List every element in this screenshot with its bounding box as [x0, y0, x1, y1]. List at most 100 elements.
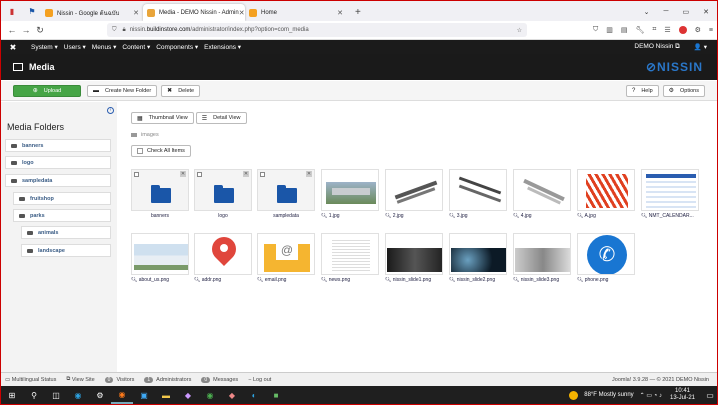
checkbox[interactable] — [134, 172, 139, 177]
star-icon[interactable]: ☆ — [517, 27, 522, 34]
checkbox[interactable] — [260, 172, 265, 177]
tab-home[interactable]: Home ✕ — [245, 4, 347, 21]
pocket-icon[interactable]: ⛉ — [593, 26, 598, 34]
back-icon[interactable]: ← — [5, 25, 19, 35]
extension-icon[interactable]: ⚙ — [695, 26, 701, 34]
folder-thumb-sampledata[interactable]: ✕ sampledata — [257, 169, 315, 221]
thumb-caption[interactable]: 🔍︎ 4.jpg — [513, 213, 571, 219]
thumb-caption[interactable]: 🔍︎ 2.jpg — [385, 213, 443, 219]
image-thumb-addr[interactable]: 🔍︎ addr.png — [194, 233, 252, 285]
joomla-logo-icon[interactable]: ✖ — [5, 43, 21, 52]
delete-icon[interactable]: ✕ — [306, 171, 312, 177]
notification-icon[interactable]: ▭ — [703, 386, 717, 404]
edge-icon[interactable]: ◐ — [243, 386, 265, 404]
site-link[interactable]: DEMO Nissin ⧉ — [634, 43, 679, 51]
view-site-link[interactable]: ⧉ View Site — [66, 376, 94, 383]
detail-view-button[interactable]: ☰ Detail View — [195, 112, 247, 124]
menu-menus[interactable]: Menus ▾ — [92, 43, 117, 51]
thumb-caption[interactable]: 🔍︎ about_us.png — [131, 277, 189, 283]
delete-icon[interactable]: ✕ — [180, 171, 186, 177]
close-icon[interactable]: ✕ — [239, 9, 245, 17]
folder-icon[interactable]: ▬ — [155, 386, 177, 404]
tray-icons[interactable]: ⌃ ▭ ◔ ♪ — [640, 392, 662, 399]
close-icon[interactable]: ✕ — [337, 9, 343, 17]
app-icon[interactable]: ◆ — [177, 386, 199, 404]
thumb-caption[interactable]: 🔍︎ A.jpg — [577, 213, 635, 219]
sidebar-item-landscape[interactable]: landscape — [21, 244, 111, 257]
delete-icon[interactable]: ✕ — [243, 171, 249, 177]
minimize-icon[interactable]: ─ — [664, 8, 669, 16]
thumb-caption[interactable]: 🔍︎ 3.jpg — [449, 213, 507, 219]
image-thumb-slide1[interactable]: 🔍︎ nissin_slide1.png — [385, 233, 443, 285]
image-thumb-slide2[interactable]: 🔍︎ nissin_slide2.png — [449, 233, 507, 285]
options-button[interactable]: ⚙ Options — [662, 84, 705, 97]
collapse-sidebar-icon[interactable]: ‹ — [107, 107, 114, 114]
thumb-caption[interactable]: 🔍︎ news.png — [321, 277, 379, 283]
new-tab-icon[interactable]: + — [355, 7, 361, 18]
sidebar-item-animals[interactable]: animals — [21, 226, 111, 239]
thumb-caption[interactable]: 🔍︎ email.png — [257, 277, 315, 283]
upload-button[interactable]: ⊕ Upload — [13, 84, 81, 97]
thumbnail-view-button[interactable]: ▦ Thumbnail View — [131, 112, 194, 124]
library-icon[interactable]: ▥ — [606, 26, 613, 34]
menu-icon[interactable]: ≡ — [709, 27, 713, 34]
image-thumb-6[interactable]: 🔍︎ NMT_CALENDAR... — [641, 169, 699, 221]
thumb-caption[interactable]: logo — [194, 213, 252, 219]
checkbox[interactable] — [197, 172, 202, 177]
search-icon[interactable]: ⚲ — [23, 386, 45, 404]
help-button[interactable]: ? Help — [625, 84, 659, 97]
thumb-caption[interactable]: 🔍︎ NMT_CALENDAR... — [641, 213, 699, 219]
thumb-caption[interactable]: 🔍︎ nissin_slide2.png — [449, 277, 507, 283]
menu-system[interactable]: System ▾ — [31, 43, 58, 51]
check-all-button[interactable]: Check All Items — [131, 145, 191, 157]
reload-icon[interactable]: ↻ — [33, 25, 47, 36]
sidebar-item-fruitshop[interactable]: fruitshop — [13, 192, 111, 205]
list-icon[interactable]: ☰ — [664, 26, 670, 34]
task-view-icon[interactable]: ◫ — [45, 386, 67, 404]
messages-status[interactable]: 0 Messages — [201, 376, 238, 383]
tab-google[interactable]: Nissin - Google ต้นฉบับ ✕ — [41, 4, 143, 21]
app-icon[interactable]: ▣ — [133, 386, 155, 404]
delete-button[interactable]: ✖ Delete — [161, 84, 201, 97]
menu-users[interactable]: Users ▾ — [64, 43, 86, 51]
addon-icon[interactable] — [678, 26, 687, 34]
breadcrumb-label[interactable]: images — [141, 132, 159, 138]
settings-icon[interactable]: ⚙ — [89, 386, 111, 404]
image-thumb-phone[interactable]: ✆ 🔍︎ phone.png — [577, 233, 635, 285]
checkbox[interactable] — [137, 148, 143, 154]
folder-thumb-banners[interactable]: ✕ banners — [131, 169, 189, 221]
sidebar-item-logo[interactable]: logo — [5, 156, 111, 169]
multilingual-status[interactable]: ▭ Multilingual Status — [5, 377, 56, 383]
wrench-icon[interactable]: 🔧︎ — [636, 26, 645, 34]
address-bar[interactable]: ⛉ 🔒︎ nissin. buildinstore.com/administrat… — [107, 23, 527, 37]
windows-start-icon[interactable]: ⊞ — [1, 386, 23, 404]
image-thumb-news[interactable]: 🔍︎ news.png — [321, 233, 379, 285]
administrators-status[interactable]: 1 Administrators — [144, 376, 191, 383]
image-thumb-3[interactable]: 🔍︎ 3.jpg — [449, 169, 507, 221]
forward-icon[interactable]: → — [19, 25, 33, 35]
thumb-caption[interactable]: 🔍︎ 1.jpg — [321, 213, 379, 219]
menu-components[interactable]: Components ▾ — [156, 43, 198, 51]
image-thumb-2[interactable]: 🔍︎ 2.jpg — [385, 169, 443, 221]
close-window-icon[interactable]: ✕ — [703, 8, 709, 16]
image-thumb-email[interactable]: @ 🔍︎ email.png — [257, 233, 315, 285]
sidebar-item-parks[interactable]: parks — [13, 209, 111, 222]
weather-widget[interactable]: 88°F Mostly sunny ⌃ ▭ ◔ ♪ — [569, 390, 662, 400]
thumb-caption[interactable]: 🔍︎ nissin_slide3.png — [513, 277, 571, 283]
sidebar-item-sampledata[interactable]: sampledata — [5, 174, 111, 187]
sidebar-icon[interactable]: ▮ — [5, 4, 19, 18]
create-folder-button[interactable]: ▬ Create New Folder — [87, 84, 158, 97]
close-icon[interactable]: ✕ — [133, 9, 139, 17]
image-thumb-4[interactable]: 🔍︎ 4.jpg — [513, 169, 571, 221]
firefox-icon[interactable]: ◉ — [111, 386, 133, 404]
menu-extensions[interactable]: Extensions ▾ — [204, 43, 241, 51]
thumb-caption[interactable]: banners — [131, 213, 189, 219]
chrome-icon[interactable]: ◉ — [199, 386, 221, 404]
logout-link[interactable]: − Log out — [248, 377, 271, 383]
app-icon[interactable]: ■ — [265, 386, 287, 404]
maximize-icon[interactable]: ▭ — [683, 8, 690, 16]
sidebar-toggle-icon[interactable]: ▤ — [621, 26, 628, 34]
menu-content[interactable]: Content ▾ — [122, 43, 150, 51]
image-thumb-5[interactable]: 🔍︎ A.jpg — [577, 169, 635, 221]
screenshot-icon[interactable]: ⌗ — [652, 26, 656, 34]
